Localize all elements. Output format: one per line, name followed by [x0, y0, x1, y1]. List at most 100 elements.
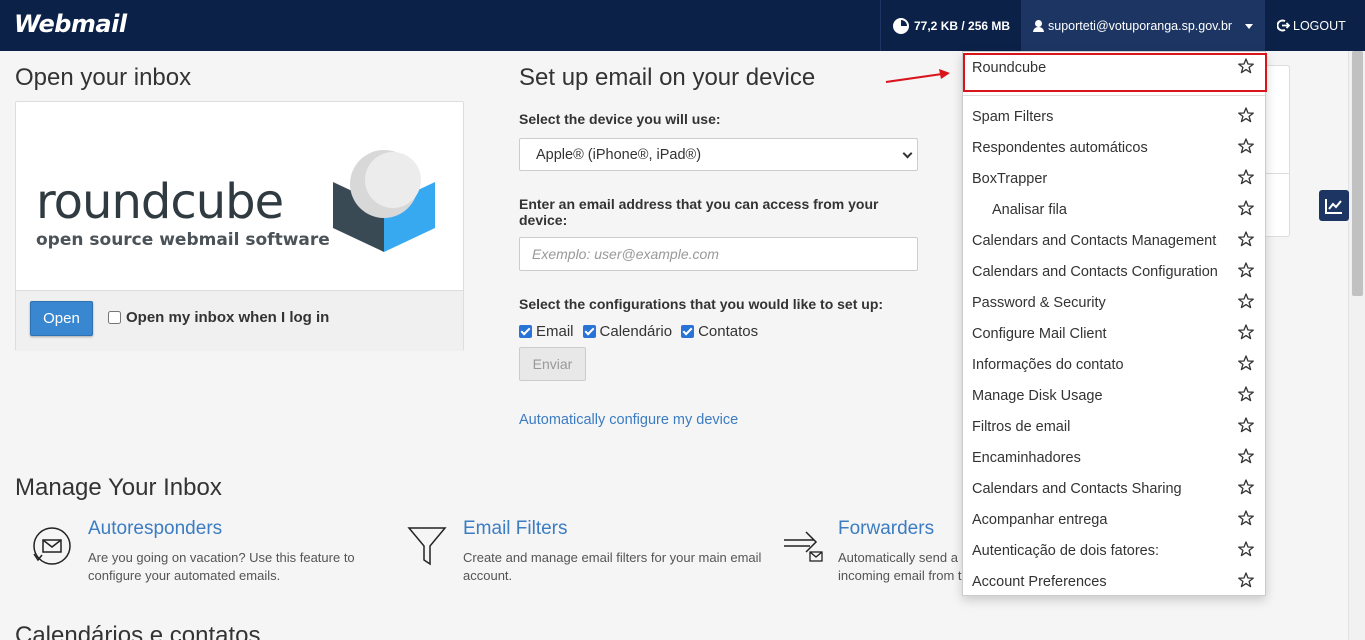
- dropdown-item-label: Filtros de email: [972, 418, 1071, 435]
- roundcube-card-footer: Open Open my inbox when I log in: [16, 290, 463, 351]
- dropdown-item-label: Manage Disk Usage: [972, 387, 1103, 404]
- dropdown-item[interactable]: Respondentes automáticos: [963, 132, 1265, 163]
- dropdown-item-label: Informações do contato: [972, 356, 1124, 373]
- dropdown-item[interactable]: Autenticação de dois fatores:: [963, 535, 1265, 566]
- user-menu-toggle[interactable]: suporteti@votuporanga.sp.gov.br: [1021, 0, 1265, 51]
- logout-button[interactable]: LOGOUT: [1265, 0, 1365, 51]
- email-label: Enter an email address that you can acce…: [519, 196, 879, 228]
- user-icon: [1033, 19, 1044, 32]
- dropdown-item-label: Roundcube: [972, 59, 1047, 76]
- checkbox-checked-icon[interactable]: [519, 325, 532, 338]
- device-selected-value: Apple® (iPhone®, iPad®): [536, 146, 702, 163]
- favorite-star-icon[interactable]: [1238, 386, 1254, 402]
- roundcube-cube-icon: [333, 150, 435, 252]
- favorite-star-icon[interactable]: [1238, 231, 1254, 247]
- config-options: Email Calendário Contatos: [519, 323, 767, 340]
- caret-down-icon: [1245, 24, 1253, 29]
- favorite-star-icon[interactable]: [1238, 58, 1254, 74]
- dropdown-item[interactable]: Configure Mail Client: [963, 318, 1265, 349]
- dropdown-item-label: Configure Mail Client: [972, 325, 1107, 342]
- dropdown-item[interactable]: Calendars and Contacts Configuration: [963, 256, 1265, 287]
- device-select[interactable]: Apple® (iPhone®, iPad®): [519, 138, 918, 171]
- dropdown-item[interactable]: Spam Filters: [963, 101, 1265, 132]
- dropdown-item[interactable]: Informações do contato: [963, 349, 1265, 380]
- option-calendar-label: Calendário: [599, 323, 673, 340]
- dropdown-item[interactable]: Analisar fila: [963, 194, 1265, 225]
- dropdown-item[interactable]: BoxTrapper: [963, 163, 1265, 194]
- top-bar: Webmail 77,2 KB / 256 MB suporteti@votup…: [0, 0, 1365, 51]
- dropdown-item-label: Calendars and Contacts Sharing: [972, 480, 1182, 497]
- manage-inbox-title: Manage Your Inbox: [15, 474, 222, 501]
- dropdown-item[interactable]: Filtros de email: [963, 411, 1265, 442]
- page-scrollbar[interactable]: [1348, 51, 1365, 640]
- option-contacts[interactable]: Contatos: [681, 323, 758, 340]
- option-calendar[interactable]: Calendário: [582, 323, 673, 340]
- user-email: suporteti@votuporanga.sp.gov.br: [1048, 18, 1233, 33]
- favorite-star-icon[interactable]: [1238, 448, 1254, 464]
- dropdown-item-label: Spam Filters: [972, 108, 1054, 125]
- dropdown-item-label: Respondentes automáticos: [972, 139, 1148, 156]
- dropdown-separator: [963, 95, 1265, 96]
- autoresponders-desc: Are you going on vacation? Use this feat…: [88, 550, 355, 583]
- email-filters-link[interactable]: Email Filters: [463, 518, 568, 540]
- dropdown-item[interactable]: Encaminhadores: [963, 442, 1265, 473]
- dropdown-item-label: Autenticação de dois fatores:: [972, 542, 1160, 559]
- open-on-login-checkbox[interactable]: [108, 311, 121, 324]
- annotation-arrow-icon: [885, 69, 950, 83]
- favorite-star-icon[interactable]: [1238, 572, 1254, 588]
- config-label: Select the configurations that you would…: [519, 296, 884, 312]
- dropdown-item-label: Calendars and Contacts Management: [972, 232, 1217, 249]
- chevron-down-icon: [902, 148, 913, 159]
- filter-icon: [407, 527, 447, 566]
- dropdown-item[interactable]: Password & Security: [963, 287, 1265, 318]
- option-email-label: Email: [536, 323, 574, 340]
- forwarders-link[interactable]: Forwarders: [838, 518, 934, 540]
- favorite-star-icon[interactable]: [1238, 541, 1254, 557]
- dropdown-item-label: Acompanhar entrega: [972, 511, 1108, 528]
- disk-quota: 77,2 KB / 256 MB: [880, 0, 1022, 51]
- dropdown-item[interactable]: Calendars and Contacts Sharing: [963, 473, 1265, 504]
- dropdown-item[interactable]: Calendars and Contacts Management: [963, 225, 1265, 256]
- email-input[interactable]: [519, 237, 918, 271]
- option-email[interactable]: Email: [519, 323, 574, 340]
- favorite-star-icon[interactable]: [1238, 138, 1254, 154]
- device-label: Select the device you will use:: [519, 111, 721, 127]
- favorite-star-icon[interactable]: [1238, 107, 1254, 123]
- auto-configure-link[interactable]: Automatically configure my device: [519, 412, 738, 428]
- checkbox-checked-icon[interactable]: [681, 325, 695, 338]
- checkbox-checked-icon[interactable]: [582, 325, 596, 338]
- submit-button[interactable]: Enviar: [519, 347, 586, 381]
- autoresponders-link[interactable]: Autoresponders: [88, 518, 222, 540]
- open-on-login-label: Open my inbox when I log in: [126, 309, 330, 326]
- setup-title: Set up email on your device: [519, 64, 816, 91]
- email-filters-desc: Create and manage email filters for your…: [463, 550, 762, 583]
- chart-trend-icon: [1325, 198, 1342, 214]
- calendars-contacts-title: Calendários e contatos: [15, 622, 261, 640]
- favorite-star-icon[interactable]: [1238, 324, 1254, 340]
- open-button[interactable]: Open: [30, 301, 93, 336]
- favorite-star-icon[interactable]: [1238, 479, 1254, 495]
- roundcube-card: roundcube open source webmail software O…: [15, 101, 464, 351]
- favorite-star-icon[interactable]: [1238, 355, 1254, 371]
- scrollbar-thumb[interactable]: [1352, 51, 1363, 296]
- dropdown-item-label: Analisar fila: [992, 201, 1067, 218]
- dropdown-item-label: Calendars and Contacts Configuration: [972, 263, 1218, 280]
- favorite-star-icon[interactable]: [1238, 510, 1254, 526]
- quota-text: 77,2 KB / 256 MB: [914, 18, 1011, 33]
- open-on-login-option[interactable]: Open my inbox when I log in: [108, 309, 329, 326]
- favorite-star-icon[interactable]: [1238, 262, 1254, 278]
- favorite-star-icon[interactable]: [1238, 200, 1254, 216]
- logout-icon: [1277, 19, 1290, 32]
- favorite-star-icon[interactable]: [1238, 169, 1254, 185]
- favorite-star-icon[interactable]: [1238, 293, 1254, 309]
- statistics-button[interactable]: [1319, 190, 1349, 221]
- dropdown-item[interactable]: Account Preferences: [963, 566, 1265, 597]
- dropdown-item[interactable]: Acompanhar entrega: [963, 504, 1265, 535]
- dropdown-item[interactable]: Roundcube: [963, 52, 1265, 83]
- dropdown-item-label: BoxTrapper: [972, 170, 1048, 187]
- option-contacts-label: Contatos: [698, 323, 759, 340]
- favorite-star-icon[interactable]: [1238, 417, 1254, 433]
- dropdown-item[interactable]: Manage Disk Usage: [963, 380, 1265, 411]
- webmail-logo[interactable]: Webmail: [14, 10, 127, 38]
- forwarder-icon: [784, 531, 823, 562]
